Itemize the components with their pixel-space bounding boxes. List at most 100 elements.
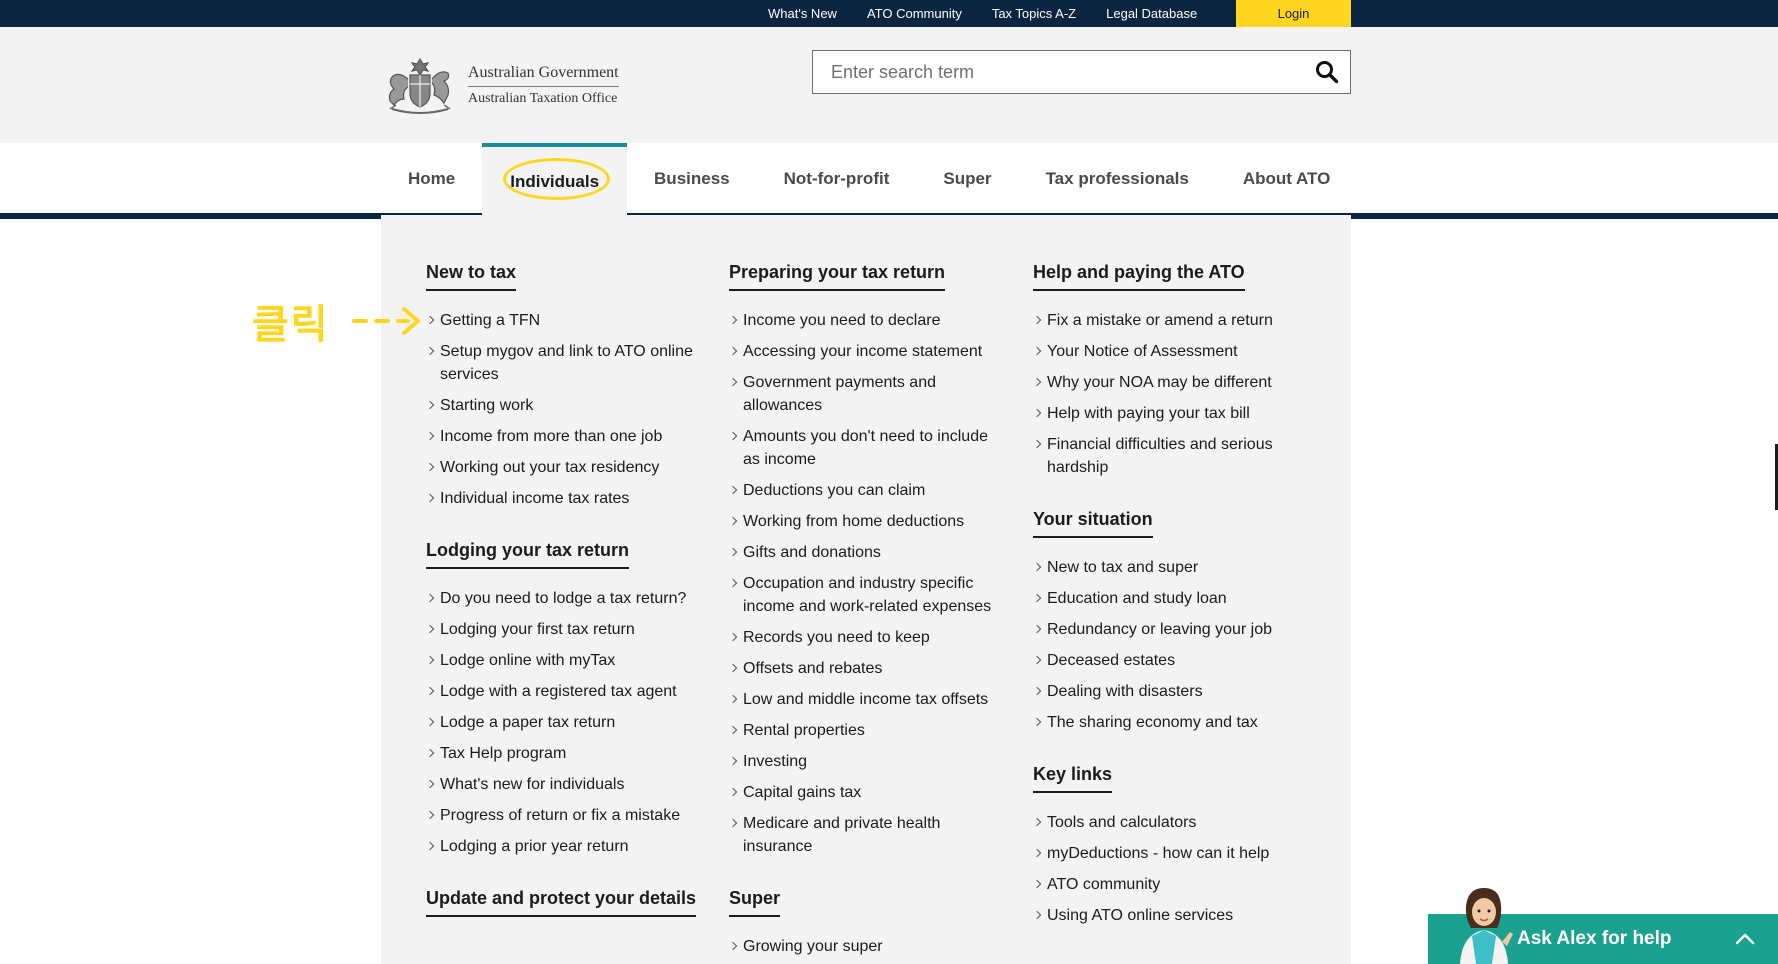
- logo-government: Australian Government: [468, 64, 619, 87]
- nav-tab-business[interactable]: Business: [627, 143, 757, 215]
- menu-section-update-and-protect-your-details: Update and protect your details: [426, 888, 706, 935]
- menu-link-list: Getting a TFN Setup mygov and link to ATO…: [426, 309, 706, 510]
- chevron-up-icon[interactable]: [1734, 928, 1756, 950]
- menu-section-help-and-paying-the-ato: Help and paying the ATO Fix a mistake or …: [1033, 262, 1313, 479]
- menu-link[interactable]: Deductions you can claim: [729, 479, 1009, 502]
- menu-section-title[interactable]: Lodging your tax return: [426, 540, 630, 569]
- menu-section-title[interactable]: Your situation: [1033, 509, 1153, 538]
- menu-link[interactable]: Deceased estates: [1033, 649, 1313, 672]
- nav-tab-about-ato[interactable]: About ATO: [1216, 143, 1358, 215]
- login-button[interactable]: Login: [1236, 0, 1351, 27]
- ato-logo[interactable]: Australian Government Australian Taxatio…: [380, 53, 640, 117]
- menu-column-3: Help and paying the ATO Fix a mistake or …: [1033, 262, 1313, 957]
- menu-link[interactable]: Do you need to lodge a tax return?: [426, 587, 706, 610]
- menu-link[interactable]: Capital gains tax: [729, 781, 1009, 804]
- nav-tab-super[interactable]: Super: [916, 143, 1018, 215]
- menu-link-list: New to tax and super Education and study …: [1033, 556, 1313, 734]
- search-input[interactable]: [813, 51, 1301, 93]
- menu-link[interactable]: Setup mygov and link to ATO online servi…: [426, 340, 706, 386]
- menu-link[interactable]: Occupation and industry specific income …: [729, 572, 1009, 618]
- menu-link[interactable]: Progress of return or fix a mistake: [426, 804, 706, 827]
- menu-link[interactable]: Lodging your first tax return: [426, 618, 706, 641]
- menu-link[interactable]: Lodge online with myTax: [426, 649, 706, 672]
- menu-section-title[interactable]: Preparing your tax return: [729, 262, 946, 291]
- menu-section-title[interactable]: New to tax: [426, 262, 517, 291]
- utility-link-legal-database[interactable]: Legal Database: [1106, 6, 1197, 21]
- menu-link[interactable]: Tax Help program: [426, 742, 706, 765]
- menu-link-list: Do you need to lodge a tax return? Lodgin…: [426, 587, 706, 858]
- menu-link[interactable]: Offsets and rebates: [729, 657, 1009, 680]
- assistant-avatar-icon: [1460, 888, 1513, 964]
- menu-link[interactable]: Using ATO online services: [1033, 904, 1313, 927]
- menu-section-your-situation: Your situation New to tax and super Educat…: [1033, 509, 1313, 734]
- menu-section-lodging-your-tax-return: Lodging your tax return Do you need to lo…: [426, 540, 706, 858]
- nav-tab-individuals[interactable]: Individuals: [482, 143, 628, 217]
- utility-bar: What's New ATO Community Tax Topics A-Z Leg…: [0, 0, 1778, 27]
- menu-link[interactable]: Lodge with a registered tax agent: [426, 680, 706, 703]
- menu-link[interactable]: Low and middle income tax offsets: [729, 688, 1009, 711]
- menu-link[interactable]: What's new for individuals: [426, 773, 706, 796]
- menu-link[interactable]: Working from home deductions: [729, 510, 1009, 533]
- menu-link[interactable]: Individual income tax rates: [426, 487, 706, 510]
- search-box: [812, 50, 1351, 94]
- utility-links: What's New ATO Community Tax Topics A-Z Leg…: [768, 0, 1227, 27]
- menu-section-title[interactable]: Help and paying the ATO: [1033, 262, 1245, 291]
- menu-link[interactable]: Financial difficulties and serious hards…: [1033, 433, 1313, 479]
- nav-tab-tax-professionals[interactable]: Tax professionals: [1019, 143, 1216, 215]
- menu-link[interactable]: Income from more than one job: [426, 425, 706, 448]
- menu-link[interactable]: Working out your tax residency: [426, 456, 706, 479]
- menu-link[interactable]: Lodging a prior year return: [426, 835, 706, 858]
- menu-link[interactable]: Education and study loan: [1033, 587, 1313, 610]
- annotation-label: 클릭: [252, 303, 330, 347]
- menu-link[interactable]: Redundancy or leaving your job: [1033, 618, 1313, 641]
- menu-section-preparing-your-tax-return: Preparing your tax return Income you need…: [729, 262, 1009, 858]
- menu-link[interactable]: myDeductions - how can it help: [1033, 842, 1313, 865]
- menu-link[interactable]: Tools and calculators: [1033, 811, 1313, 834]
- individuals-mega-menu: New to tax Getting a TFN Setup mygov and l…: [381, 215, 1351, 964]
- menu-section-title[interactable]: Super: [729, 888, 781, 917]
- utility-link-what-s-new[interactable]: What's New: [768, 6, 837, 21]
- menu-link[interactable]: Medicare and private health insurance: [729, 812, 1009, 858]
- menu-link[interactable]: Rental properties: [729, 719, 1009, 742]
- menu-link[interactable]: Records you need to keep: [729, 626, 1009, 649]
- search-icon[interactable]: [1314, 59, 1340, 85]
- menu-link[interactable]: Income you need to declare: [729, 309, 1009, 332]
- menu-link[interactable]: Starting work: [426, 394, 706, 417]
- logo-text: Australian Government Australian Taxatio…: [468, 64, 619, 107]
- menu-link[interactable]: The sharing economy and tax: [1033, 711, 1313, 734]
- site-header: Australian Government Australian Taxatio…: [0, 27, 1778, 143]
- menu-link[interactable]: Amounts you don't need to include as inc…: [729, 425, 1009, 471]
- menu-link[interactable]: Accessing your income statement: [729, 340, 1009, 363]
- menu-section-title[interactable]: Key links: [1033, 764, 1113, 793]
- menu-section-new-to-tax: New to tax Getting a TFN Setup mygov and l…: [426, 262, 706, 510]
- menu-link[interactable]: Government payments and allowances: [729, 371, 1009, 417]
- nav-tab-home[interactable]: Home: [381, 143, 482, 215]
- utility-link-tax-topics-a-z[interactable]: Tax Topics A-Z: [992, 6, 1076, 21]
- menu-link-list: Tools and calculators myDeductions - how …: [1033, 811, 1313, 927]
- menu-link[interactable]: Fix a mistake or amend a return: [1033, 309, 1313, 332]
- menu-link[interactable]: New to tax and super: [1033, 556, 1313, 579]
- menu-link[interactable]: Lodge a paper tax return: [426, 711, 706, 734]
- chat-label: Ask Alex for help: [1517, 928, 1672, 949]
- menu-link[interactable]: Help with paying your tax bill: [1033, 402, 1313, 425]
- menu-column-1: New to tax Getting a TFN Setup mygov and l…: [426, 262, 706, 964]
- menu-link[interactable]: ATO community: [1033, 873, 1313, 896]
- logo-agency: Australian Taxation Office: [468, 90, 618, 106]
- menu-link-list: Income you need to declare Accessing your…: [729, 309, 1009, 858]
- main-nav: Home Individuals Business Not-for-profit Sup…: [381, 143, 1358, 217]
- menu-link[interactable]: Why your NOA may be different: [1033, 371, 1313, 394]
- menu-link[interactable]: Gifts and donations: [729, 541, 1009, 564]
- ask-alex-chat-widget[interactable]: Ask Alex for help: [1428, 888, 1778, 964]
- nav-tab-not-for-profit[interactable]: Not-for-profit: [757, 143, 917, 215]
- menu-link[interactable]: Investing: [729, 750, 1009, 773]
- menu-link[interactable]: Dealing with disasters: [1033, 680, 1313, 703]
- menu-link[interactable]: Getting a TFN: [426, 309, 706, 332]
- menu-section-key-links: Key links Tools and calculators myDeductio…: [1033, 764, 1313, 927]
- menu-section-title[interactable]: Update and protect your details: [426, 888, 697, 917]
- menu-link[interactable]: Growing your super: [729, 935, 1009, 958]
- menu-link-list: Fix a mistake or amend a return Your Noti…: [1033, 309, 1313, 479]
- utility-link-ato-community[interactable]: ATO Community: [867, 6, 962, 21]
- menu-link[interactable]: Your Notice of Assessment: [1033, 340, 1313, 363]
- menu-link-list: Growing your super: [729, 935, 1009, 958]
- coat-of-arms-icon: [388, 57, 451, 114]
